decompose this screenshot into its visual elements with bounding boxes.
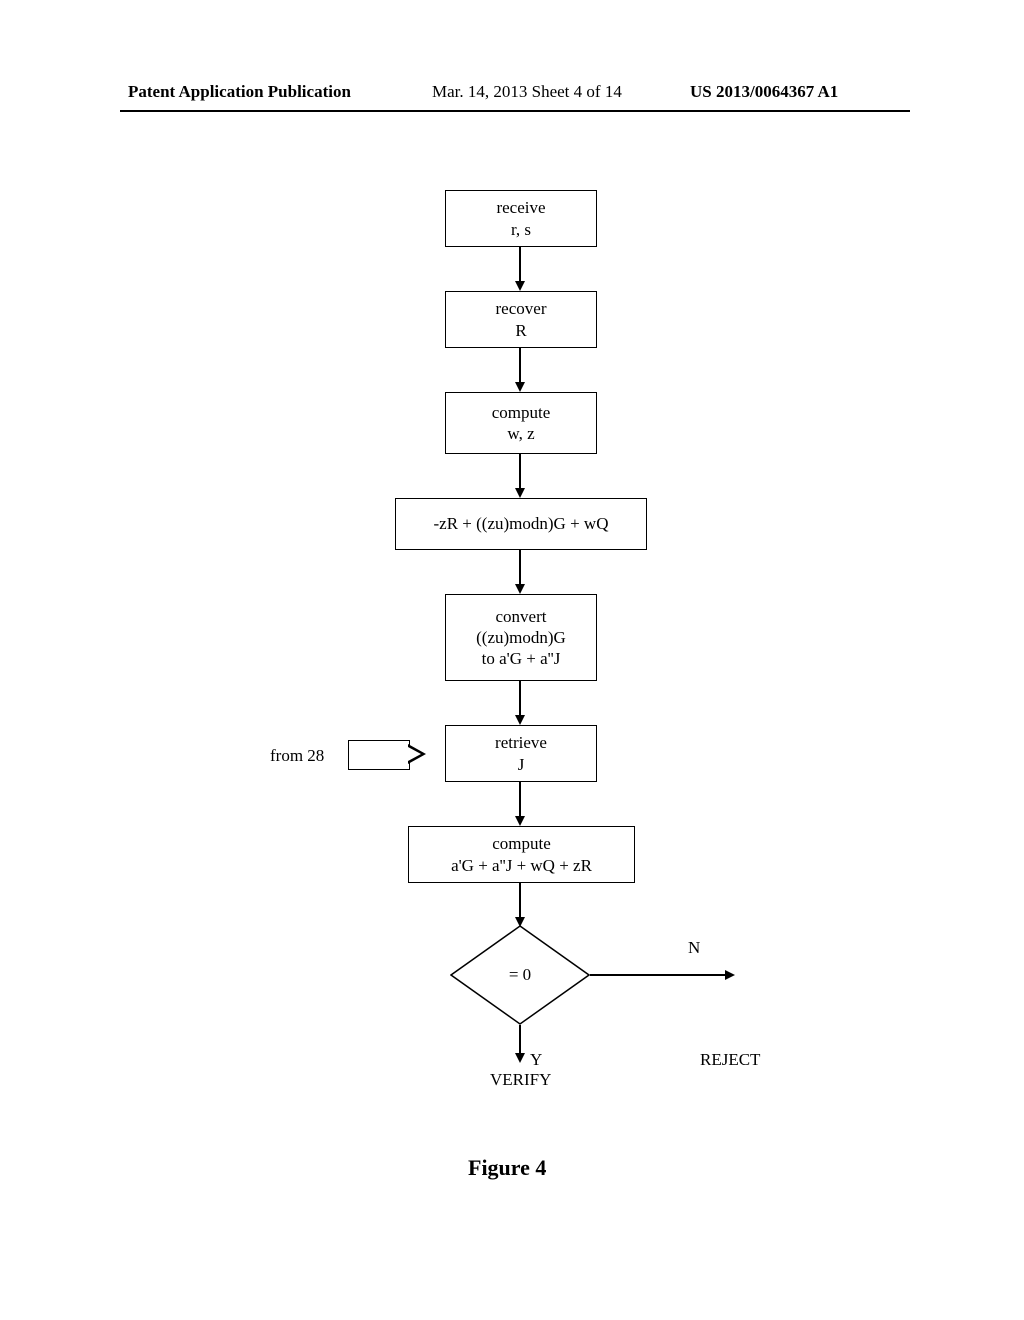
arrow-no-head xyxy=(725,970,735,980)
page-header: Patent Application Publication Mar. 14, … xyxy=(0,82,1024,112)
step-receive-l1: receive xyxy=(496,197,545,218)
step-recover-l1: recover xyxy=(496,298,547,319)
header-publication: Patent Application Publication xyxy=(128,82,351,102)
arrow-3-head xyxy=(515,488,525,498)
arrow-4 xyxy=(519,550,521,586)
arrow-1 xyxy=(519,247,521,283)
branch-yes-label: Y xyxy=(530,1050,542,1070)
step-convert: convert ((zu)modn)G to a'G + a''J xyxy=(445,594,597,681)
step-compute-final-l2: a'G + a''J + wQ + zR xyxy=(451,855,592,876)
step-recover: recover R xyxy=(445,291,597,348)
arrow-yes xyxy=(519,1025,521,1055)
step-expression: -zR + ((zu)modn)G + wQ xyxy=(395,498,647,550)
arrow-2 xyxy=(519,348,521,384)
arrow-5 xyxy=(519,681,521,717)
step-compute-wz: compute w, z xyxy=(445,392,597,454)
arrow-no xyxy=(590,974,725,976)
header-sheet: Mar. 14, 2013 Sheet 4 of 14 xyxy=(432,82,622,102)
step-compute-final-l1: compute xyxy=(492,833,551,854)
step-convert-l2: ((zu)modn)G xyxy=(476,627,566,648)
step-compute-wz-l2: w, z xyxy=(507,423,534,444)
decision-equals-zero: = 0 xyxy=(450,925,590,1025)
step-compute-final: compute a'G + a''J + wQ + zR xyxy=(408,826,635,883)
from-28-label: from 28 xyxy=(270,746,324,766)
figure-caption: Figure 4 xyxy=(468,1155,546,1181)
arrow-6-head xyxy=(515,816,525,826)
arrow-7 xyxy=(519,883,521,919)
step-retrieve-j: retrieve J xyxy=(445,725,597,782)
step-convert-l1: convert xyxy=(496,606,547,627)
arrow-4-head xyxy=(515,584,525,594)
arrow-6 xyxy=(519,782,521,818)
step-expression-text: -zR + ((zu)modn)G + wQ xyxy=(434,513,609,534)
out-verify: VERIFY xyxy=(490,1070,551,1090)
arrow-yes-head xyxy=(515,1053,525,1063)
step-receive: receive r, s xyxy=(445,190,597,247)
step-receive-l2: r, s xyxy=(511,219,531,240)
arrow-3 xyxy=(519,454,521,490)
step-convert-l3: to a'G + a''J xyxy=(482,648,561,669)
step-retrieve-j-l2: J xyxy=(518,754,525,775)
step-recover-l2: R xyxy=(515,320,526,341)
arrow-5-head xyxy=(515,715,525,725)
decision-text: = 0 xyxy=(450,925,590,1025)
header-docnumber: US 2013/0064367 A1 xyxy=(690,82,838,102)
step-compute-wz-l1: compute xyxy=(492,402,551,423)
out-reject: REJECT xyxy=(700,1050,760,1070)
from-28-arrow-head xyxy=(408,744,426,764)
arrow-2-head xyxy=(515,382,525,392)
arrow-1-head xyxy=(515,281,525,291)
from-28-arrow-box xyxy=(348,740,410,770)
branch-no-label: N xyxy=(688,938,700,958)
header-rule xyxy=(120,110,910,112)
step-retrieve-j-l1: retrieve xyxy=(495,732,547,753)
